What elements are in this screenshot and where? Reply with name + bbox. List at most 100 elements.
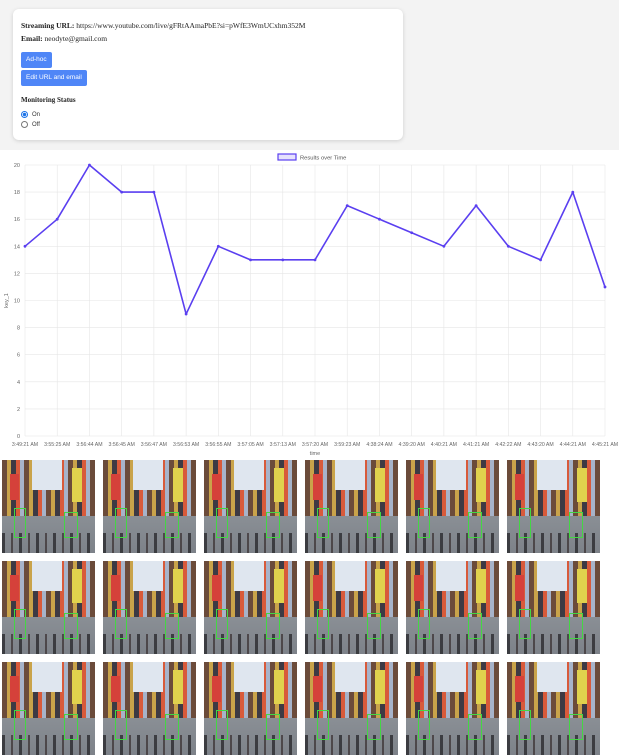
sky-region: [133, 662, 163, 692]
detection-box: [367, 714, 381, 740]
sky-region: [436, 460, 466, 490]
data-point: [442, 244, 446, 248]
detection-box: [519, 710, 531, 740]
x-tick-label: 3:57:05 AM: [237, 442, 263, 448]
camera-frame-thumbnail[interactable]: [406, 460, 499, 553]
camera-frame-thumbnail[interactable]: [103, 561, 196, 654]
data-point: [216, 244, 220, 248]
y-tick-label: 20: [14, 163, 20, 169]
detection-box: [64, 512, 78, 538]
shop-sign: [274, 569, 284, 603]
y-tick-label: 8: [17, 326, 20, 332]
y-tick-label: 6: [17, 353, 20, 359]
y-tick-label: 2: [17, 407, 20, 413]
shop-sign: [515, 474, 524, 500]
camera-frame-thumbnail[interactable]: [507, 561, 600, 654]
sky-region: [234, 561, 264, 591]
sky-region: [436, 662, 466, 692]
sky-region: [335, 662, 365, 692]
camera-frame-thumbnail[interactable]: [305, 662, 398, 755]
detection-box: [216, 609, 228, 639]
x-tick-label: 4:38:24 AM: [366, 442, 392, 448]
detection-box: [64, 714, 78, 740]
x-tick-label: 3:56:47 AM: [141, 442, 167, 448]
detection-box: [266, 714, 280, 740]
detection-box: [519, 609, 531, 639]
x-tick-label: 3:57:13 AM: [270, 442, 296, 448]
detection-box: [418, 609, 430, 639]
shop-sign: [313, 575, 322, 601]
shop-sign: [111, 575, 120, 601]
camera-frame-thumbnail[interactable]: [103, 662, 196, 755]
shop-sign: [313, 676, 322, 702]
detection-box: [468, 714, 482, 740]
x-tick-label: 4:44:21 AM: [560, 442, 586, 448]
sky-region: [436, 561, 466, 591]
x-axis-label: time: [310, 451, 320, 457]
detection-box: [14, 609, 26, 639]
camera-frame-thumbnail[interactable]: [305, 460, 398, 553]
x-tick-label: 3:57:20 AM: [302, 442, 328, 448]
shop-sign: [173, 468, 183, 502]
y-tick-label: 0: [17, 434, 20, 440]
camera-frame-thumbnail[interactable]: [204, 662, 297, 755]
edit-url-email-button[interactable]: Edit URL and email: [21, 70, 87, 86]
shop-sign: [375, 670, 385, 704]
monitoring-status-title: Monitoring Status: [21, 96, 76, 104]
shop-sign: [10, 676, 19, 702]
shop-sign: [577, 569, 587, 603]
detection-box: [468, 613, 482, 639]
x-tick-label: 4:42:22 AM: [495, 442, 521, 448]
camera-frame-thumbnail[interactable]: [2, 460, 95, 553]
sky-region: [537, 662, 567, 692]
x-tick-label: 3:55:25 AM: [44, 442, 70, 448]
detection-box: [317, 508, 329, 538]
shop-sign: [313, 474, 322, 500]
sky-region: [234, 460, 264, 490]
camera-frame-thumbnail[interactable]: [103, 460, 196, 553]
camera-frame-thumbnail[interactable]: [406, 662, 499, 755]
radio-off[interactable]: [21, 121, 28, 128]
email-value: neodyte@gmail.com: [44, 34, 108, 43]
shop-sign: [274, 468, 284, 502]
shop-sign: [515, 575, 524, 601]
camera-frame-thumbnail[interactable]: [2, 662, 95, 755]
shop-sign: [515, 676, 524, 702]
shop-sign: [10, 474, 19, 500]
camera-frame-thumbnail[interactable]: [406, 561, 499, 654]
detection-box: [216, 710, 228, 740]
detection-box: [165, 613, 179, 639]
streaming-url-label: Streaming URL:: [21, 21, 75, 30]
data-point: [55, 217, 59, 221]
camera-frame-thumbnail[interactable]: [507, 662, 600, 755]
data-point: [120, 190, 124, 194]
monitoring-on-option[interactable]: On: [21, 111, 40, 118]
detection-box: [115, 710, 127, 740]
camera-frame-thumbnail[interactable]: [507, 460, 600, 553]
x-tick-label: 4:41:21 AM: [463, 442, 489, 448]
detection-box: [367, 613, 381, 639]
sky-region: [133, 460, 163, 490]
detection-box: [14, 508, 26, 538]
sky-region: [335, 460, 365, 490]
shop-sign: [173, 569, 183, 603]
detection-box: [519, 508, 531, 538]
data-point: [410, 231, 414, 235]
radio-on[interactable]: [21, 111, 28, 118]
x-tick-label: 3:56:55 AM: [205, 442, 231, 448]
camera-frame-thumbnail[interactable]: [305, 561, 398, 654]
shop-sign: [274, 670, 284, 704]
camera-frame-thumbnail[interactable]: [204, 460, 297, 553]
detection-box: [266, 613, 280, 639]
camera-frame-thumbnail[interactable]: [204, 561, 297, 654]
shop-sign: [212, 575, 221, 601]
detection-box: [468, 512, 482, 538]
data-point: [23, 244, 27, 248]
monitoring-off-option[interactable]: Off: [21, 121, 40, 128]
adhoc-button[interactable]: Ad-hoc: [21, 52, 52, 68]
x-tick-label: 3:56:44 AM: [76, 442, 102, 448]
detection-box: [115, 508, 127, 538]
camera-frame-thumbnail[interactable]: [2, 561, 95, 654]
shop-sign: [72, 670, 82, 704]
data-point: [88, 163, 91, 167]
